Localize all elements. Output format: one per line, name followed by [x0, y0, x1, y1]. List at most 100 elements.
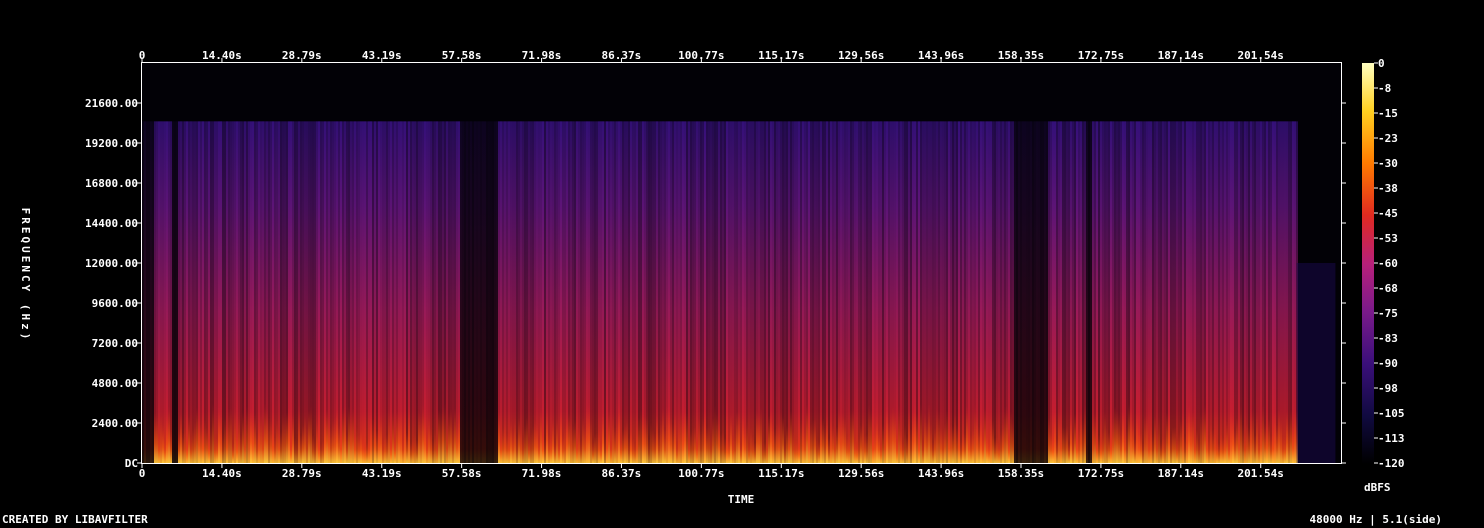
- low-frequency-band: [1008, 437, 1010, 463]
- spectrum-column: [500, 121, 502, 463]
- low-frequency-band: [988, 440, 990, 463]
- spectrum-column: [728, 121, 730, 463]
- spectrum-column: [824, 121, 826, 463]
- low-frequency-band: [652, 428, 654, 463]
- y-tick-label: 12000.00: [85, 257, 138, 270]
- low-frequency-band: [514, 417, 516, 463]
- low-frequency-band: [1176, 439, 1178, 463]
- low-frequency-band: [554, 441, 556, 463]
- low-frequency-band: [452, 424, 454, 463]
- low-frequency-band: [850, 408, 852, 463]
- low-frequency-band: [798, 442, 800, 463]
- low-frequency-band: [254, 413, 256, 463]
- spectrum-column: [758, 121, 760, 463]
- x-axis-label: TIME: [728, 493, 755, 506]
- spectrum-column: [1194, 121, 1196, 463]
- low-frequency-band: [200, 422, 202, 463]
- x-tick-label-bottom: 0: [139, 467, 146, 480]
- spectrum-column: [256, 121, 258, 463]
- spectrum-column: [934, 121, 936, 463]
- spectrum-column: [594, 121, 596, 463]
- spectrum-column: [188, 121, 190, 463]
- spectrum-column: [1190, 121, 1192, 463]
- low-frequency-band: [218, 407, 220, 463]
- low-frequency-band: [724, 436, 726, 463]
- spectrum-column: [954, 121, 956, 463]
- low-frequency-band: [774, 428, 776, 463]
- spectrum-column: [1146, 121, 1148, 463]
- spectrum-column: [792, 121, 794, 463]
- low-frequency-band: [372, 417, 374, 463]
- low-frequency-band: [574, 420, 576, 463]
- colorbar-tick-label: -83: [1378, 332, 1398, 345]
- low-frequency-band: [886, 406, 888, 463]
- low-frequency-band: [918, 432, 920, 463]
- low-frequency-band: [576, 439, 578, 463]
- low-frequency-band: [182, 432, 184, 463]
- spectrum-column: [372, 121, 374, 463]
- low-frequency-band: [438, 409, 440, 463]
- low-frequency-band: [870, 409, 872, 463]
- spectrum-column: [1178, 121, 1180, 463]
- low-frequency-band: [734, 431, 736, 463]
- low-frequency-band: [322, 439, 324, 463]
- low-frequency-band: [376, 429, 378, 463]
- spectrum-column: [166, 121, 168, 463]
- low-frequency-band: [634, 442, 636, 463]
- spectrum-column: [660, 121, 662, 463]
- low-frequency-band: [426, 436, 428, 463]
- spectrum-column: [712, 121, 714, 463]
- low-frequency-band: [782, 416, 784, 463]
- low-frequency-band: [544, 438, 546, 463]
- low-frequency-band: [1224, 431, 1226, 463]
- spectrum-column: [1060, 121, 1062, 463]
- low-frequency-band: [1094, 412, 1096, 463]
- spectrum-column: [1076, 121, 1078, 463]
- low-frequency-band: [506, 433, 508, 463]
- spectrum-column: [488, 121, 490, 463]
- low-frequency-band: [510, 420, 512, 463]
- low-frequency-band: [288, 406, 290, 463]
- low-frequency-band: [580, 440, 582, 463]
- low-frequency-band: [948, 426, 950, 463]
- spectrum-column: [322, 121, 324, 463]
- low-frequency-band: [398, 411, 400, 463]
- spectrum-column: [982, 121, 984, 463]
- low-frequency-band: [842, 412, 844, 463]
- spectrum-column: [700, 121, 702, 463]
- spectrum-column: [1282, 121, 1284, 463]
- spectrum-column: [862, 121, 864, 463]
- spectrum-column: [864, 121, 866, 463]
- low-frequency-band: [214, 437, 216, 463]
- spectrum-column: [836, 121, 838, 463]
- spectrum-column: [1118, 121, 1120, 463]
- low-frequency-band: [974, 403, 976, 463]
- spectrum-column: [1056, 121, 1058, 463]
- low-frequency-band: [690, 430, 692, 463]
- low-frequency-band: [1138, 425, 1140, 463]
- low-frequency-band: [1214, 425, 1216, 463]
- low-frequency-band: [348, 406, 350, 463]
- spectrum-column: [1096, 121, 1098, 463]
- low-frequency-band: [778, 422, 780, 463]
- spectrum-column: [426, 121, 428, 463]
- low-frequency-band: [816, 438, 818, 463]
- spectrum-column: [604, 121, 606, 463]
- low-frequency-band: [882, 423, 884, 463]
- low-frequency-band: [270, 420, 272, 463]
- spectrum-column: [1046, 121, 1048, 463]
- spectrum-column: [1042, 121, 1044, 463]
- spectrum-column: [884, 121, 886, 463]
- low-frequency-band: [688, 439, 690, 463]
- low-frequency-band: [646, 415, 648, 463]
- low-frequency-band: [584, 425, 586, 463]
- low-frequency-band: [1250, 410, 1252, 463]
- spectrum-column: [786, 121, 788, 463]
- low-frequency-band: [866, 433, 868, 463]
- y-tick-label: 16800.00: [85, 177, 138, 190]
- low-frequency-band: [890, 409, 892, 463]
- spectrum-column: [820, 121, 822, 463]
- spectrum-column: [286, 121, 288, 463]
- spectrum-column: [464, 121, 466, 463]
- spectrum-column: [270, 121, 272, 463]
